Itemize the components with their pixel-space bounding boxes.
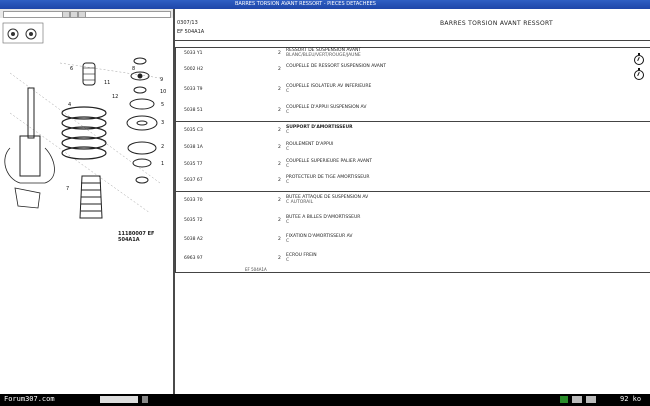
taskbar-item[interactable] bbox=[100, 396, 138, 403]
suspension-diagram: 6 4 8 9 10 11 12 5 3 2 1 7 bbox=[2, 22, 166, 219]
nav-button-3[interactable] bbox=[78, 11, 86, 18]
table-group: 5033 70 2 BUTEE ATTAQUE DE SUSPENSION AV… bbox=[176, 191, 650, 271]
callout-5: 5 bbox=[161, 102, 164, 108]
table-row[interactable]: 5033 70 2 BUTEE ATTAQUE DE SUSPENSION AV… bbox=[176, 195, 650, 206]
callout-12: 12 bbox=[112, 94, 118, 100]
header-subcode: EF 504A1A bbox=[177, 29, 205, 35]
callout-2: 2 bbox=[161, 144, 164, 150]
callout-8: 8 bbox=[132, 66, 135, 72]
page-title: BARRES TORSION AVANT RESSORT bbox=[440, 20, 554, 27]
table-row[interactable]: 5037 67 2 PROTECTEUR DE TIGE AMORTISSEUR… bbox=[176, 175, 650, 186]
callout-1: 1 bbox=[161, 161, 164, 167]
diagram-pane: 6 4 8 9 10 11 12 5 3 2 1 7 11180007 EF 5… bbox=[0, 18, 173, 394]
callout-11: 11 bbox=[104, 80, 110, 86]
table-row[interactable]: 5038 51 2 COUPELLE D'APPUI SUSPENSION AV… bbox=[176, 105, 650, 116]
table-row[interactable]: 5002 H2 2 COUPELLE DE RESSORT SUSPENSION… bbox=[176, 64, 650, 75]
status-bar: Forum307.com 92 ko bbox=[0, 394, 650, 406]
url-field[interactable] bbox=[3, 11, 171, 18]
site-label: Forum307.com bbox=[4, 395, 55, 403]
file-size: 92 ko bbox=[620, 395, 642, 403]
table-row[interactable]: 5035 72 2 BUTEE A BILLES D'AMORTISSEUR C bbox=[176, 215, 650, 226]
parts-header: 0307/13 EF 504A1A BARRES TORSION AVANT R… bbox=[175, 18, 650, 41]
table-group: 5033 Y1 2 RESSORT DE SUSPENSION AVANT BL… bbox=[176, 48, 650, 122]
callout-10: 10 bbox=[160, 89, 166, 95]
window-title-bar: BARRES TORSION AVANT RESSORT - PIECES DE… bbox=[0, 0, 650, 9]
window-title: BARRES TORSION AVANT RESSORT - PIECES DE… bbox=[235, 1, 376, 7]
parts-table: 5033 Y1 2 RESSORT DE SUSPENSION AVANT BL… bbox=[175, 47, 650, 273]
tray-icon[interactable] bbox=[560, 396, 568, 403]
table-row[interactable]: 5035 C3 2 SUPPORT D'AMORTISSEUR C bbox=[176, 125, 650, 136]
taskbar-item[interactable] bbox=[142, 396, 148, 403]
callout-3: 3 bbox=[161, 120, 164, 126]
parts-pane: 0307/13 EF 504A1A BARRES TORSION AVANT R… bbox=[175, 9, 650, 394]
table-group: 5035 C3 2 SUPPORT D'AMORTISSEUR C 5038 1… bbox=[176, 121, 650, 192]
table-row[interactable]: 5033 T9 2 COUPELLE ISOLATEUR AV INFERIEU… bbox=[176, 84, 650, 95]
nav-button-1[interactable] bbox=[62, 11, 70, 18]
tray-icon[interactable] bbox=[586, 396, 596, 403]
table-row[interactable]: 5038 1A 2 ROULEMENT D'APPUI C bbox=[176, 142, 650, 153]
callout-9: 9 bbox=[160, 77, 163, 83]
callout-4: 4 bbox=[68, 102, 71, 108]
diagram-reference: 11180007 EF 504A1A bbox=[118, 231, 155, 243]
table-row[interactable]: 5038 A2 2 FIXATION D'AMORTISSEUR AV C bbox=[176, 234, 650, 245]
table-row[interactable]: 5033 Y1 2 RESSORT DE SUSPENSION AVANT BL… bbox=[176, 48, 650, 59]
table-row[interactable]: 5035 T7 2 COUPELLE SUPERIEURE PALIER AVA… bbox=[176, 159, 650, 170]
table-footnote: EF 504A1A bbox=[245, 267, 267, 272]
callout-7: 7 bbox=[66, 186, 69, 192]
header-code: 0307/13 bbox=[177, 20, 198, 26]
nav-button-2[interactable] bbox=[70, 11, 78, 18]
callout-6: 6 bbox=[70, 66, 73, 72]
table-row[interactable]: 6963 97 2 ECROU FREIN C bbox=[176, 253, 650, 264]
tray-icon[interactable] bbox=[572, 396, 582, 403]
